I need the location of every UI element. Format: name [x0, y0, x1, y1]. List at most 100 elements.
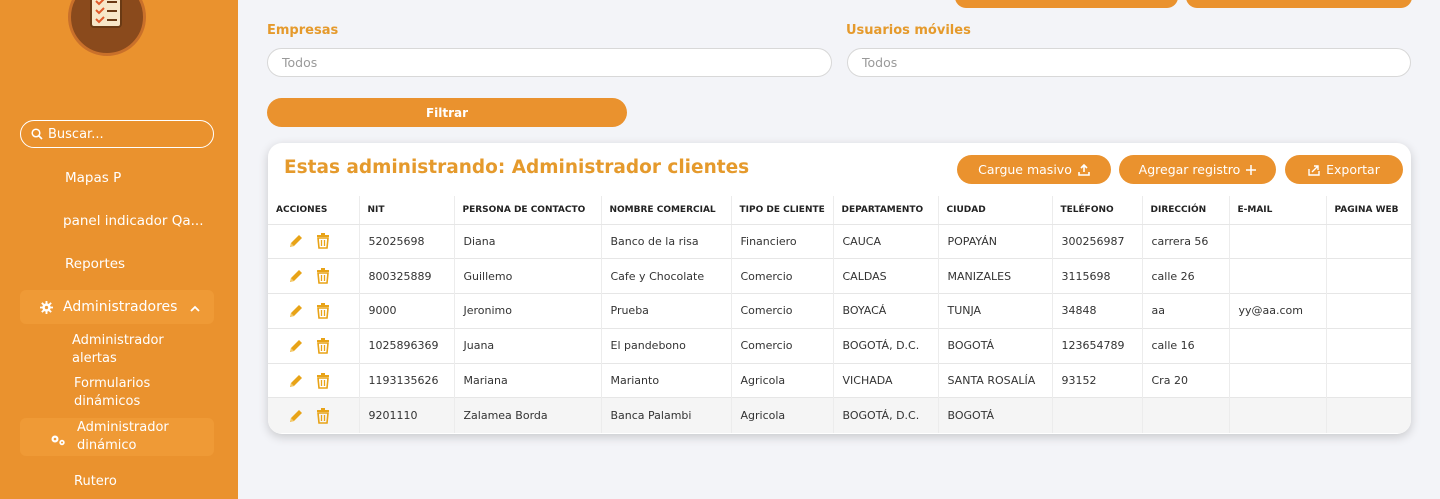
row-actions [268, 362, 359, 398]
export-button[interactable]: Exportar [1285, 155, 1403, 184]
column-header[interactable]: NOMBRE COMERCIAL [600, 196, 731, 225]
sidebar-item-reportes[interactable]: Reportes [0, 254, 238, 274]
table-cell: Financiero [730, 223, 833, 259]
table-cell: yy@aa.com [1228, 293, 1326, 329]
delete-trash-icon[interactable] [316, 268, 330, 284]
delete-trash-icon[interactable] [316, 372, 330, 389]
table-cell: Zalamea Borda [453, 397, 601, 433]
table-body: 52025698 Diana Banco de la risa Financiero C… [268, 223, 1411, 433]
column-header[interactable]: DIRECCIÓN [1141, 196, 1229, 225]
bulk-upload-label: Cargue masivo [978, 162, 1072, 177]
table-cell: Prueba [600, 293, 731, 329]
delete-trash-icon[interactable] [316, 302, 330, 319]
delete-trash-icon[interactable] [316, 337, 330, 354]
sidebar: Buscar... Mapas P panel indicador Qa... … [0, 0, 238, 499]
sidebar-subitem-administrador-alertas[interactable]: Administrador alertas [72, 332, 164, 368]
usuarios-select[interactable]: Todos [847, 48, 1411, 77]
table-cell: BOGOTÁ, D.C. [832, 397, 938, 433]
filter-button[interactable]: Filtrar [267, 98, 627, 127]
table-cell: 3115698 [1051, 258, 1142, 294]
table-cell: Jeronimo [453, 293, 601, 329]
table-cell: Juana [453, 327, 601, 364]
search-icon [31, 128, 43, 140]
table-cell: 52025698 [358, 223, 454, 259]
sidebar-subitem-formularios-dinamicos[interactable]: Formularios dinámicos [74, 375, 150, 411]
table-cell: POPAYÁN [937, 223, 1052, 259]
row-actions [268, 327, 359, 364]
delete-trash-icon[interactable] [316, 407, 330, 424]
column-header[interactable]: NIT [358, 196, 454, 225]
delete-trash-icon[interactable] [316, 233, 330, 250]
table-cell: Marianto [600, 362, 731, 398]
top-action-button[interactable] [1186, 0, 1412, 8]
sidebar-item-administradores[interactable]: Administradores [20, 290, 214, 324]
chevron-up-icon[interactable] [190, 301, 200, 317]
table-row: 9000 Jeronimo Prueba Comercio BOYACÁ TUNJA 348… [268, 293, 1411, 329]
records-card: Estas administrando: Administrador clien… [268, 143, 1411, 434]
table-cell: Cafe y Chocolate [600, 258, 731, 294]
sidebar-item-mapas[interactable]: Mapas P [0, 168, 238, 188]
empresas-label: Empresas [267, 23, 339, 38]
column-header[interactable]: PERSONA DE CONTACTO [453, 196, 601, 225]
table-row: 52025698 Diana Banco de la risa Financiero C… [268, 223, 1411, 259]
plus-icon [1246, 164, 1257, 175]
column-header[interactable]: DEPARTAMENTO [832, 196, 938, 225]
column-header[interactable]: TIPO DE CLIENTE [730, 196, 833, 225]
sidebar-item-label: Mapas P [65, 170, 122, 186]
subitem-label-line1: Formularios [74, 376, 151, 391]
table-cell: Banco de la risa [600, 223, 731, 259]
subitem-label-line2: dinámico [77, 438, 137, 453]
empresas-select[interactable]: Todos [267, 48, 832, 77]
column-header[interactable]: PAGINA WEB [1325, 196, 1411, 225]
table-header-row: ACCIONES NIT PERSONA DE CONTACTO NOMBRE … [268, 196, 1411, 225]
top-action-button[interactable] [955, 0, 1178, 8]
row-actions [268, 397, 359, 433]
edit-pencil-icon[interactable] [288, 268, 304, 284]
table-cell [1325, 397, 1411, 433]
table-cell [1051, 397, 1142, 433]
upload-icon [1078, 163, 1090, 176]
export-icon [1308, 164, 1320, 176]
sidebar-subitem-label-dinamico: Administrador dinámico [77, 419, 169, 455]
edit-pencil-icon[interactable] [288, 408, 304, 424]
usuarios-value: Todos [862, 55, 898, 70]
edit-pencil-icon[interactable] [288, 338, 304, 354]
search-placeholder: Buscar... [48, 126, 104, 142]
column-header[interactable]: TELÉFONO [1051, 196, 1142, 225]
table-cell: 800325889 [358, 258, 454, 294]
sidebar-item-label: panel indicador Qa... [63, 213, 204, 229]
table-cell [1325, 258, 1411, 294]
sidebar-search-input[interactable]: Buscar... [20, 120, 214, 148]
export-label: Exportar [1326, 162, 1380, 177]
bulk-upload-button[interactable]: Cargue masivo [957, 155, 1111, 184]
sidebar-item-label: Administradores [63, 299, 178, 315]
table-cell: Guillemo [453, 258, 601, 294]
subitem-label-line2: dinámicos [74, 394, 141, 409]
table-cell [1325, 293, 1411, 329]
table-cell [1228, 258, 1326, 294]
column-header[interactable]: E-MAIL [1228, 196, 1326, 225]
table-cell [1228, 362, 1326, 398]
table-cell: calle 16 [1141, 327, 1229, 364]
table-cell [1228, 223, 1326, 259]
table-cell: 9201110 [358, 397, 454, 433]
cogs-icon [50, 431, 66, 450]
column-header[interactable]: CIUDAD [937, 196, 1052, 225]
edit-pencil-icon[interactable] [288, 233, 304, 249]
table-row: 1025896369 Juana El pandebono Comercio BOGOT… [268, 327, 1411, 364]
sidebar-subitem-rutero[interactable]: Rutero [74, 473, 117, 491]
table-cell [1325, 362, 1411, 398]
subitem-label-line1: Administrador [77, 420, 169, 435]
usuarios-label: Usuarios móviles [846, 23, 971, 38]
table-row: 9201110 Zalamea Borda Banca Palambi Agricol… [268, 397, 1411, 433]
edit-pencil-icon[interactable] [288, 373, 304, 389]
table-cell: calle 26 [1141, 258, 1229, 294]
table-cell: aa [1141, 293, 1229, 329]
table-cell: Comercio [730, 327, 833, 364]
table-cell: SANTA ROSALÍA [937, 362, 1052, 398]
edit-pencil-icon[interactable] [288, 303, 304, 319]
add-record-button[interactable]: Agregar registro [1119, 155, 1276, 184]
sidebar-item-panel-indicador[interactable]: panel indicador Qa... [0, 211, 238, 231]
table-cell: CAUCA [832, 223, 938, 259]
gear-icon [40, 300, 53, 314]
